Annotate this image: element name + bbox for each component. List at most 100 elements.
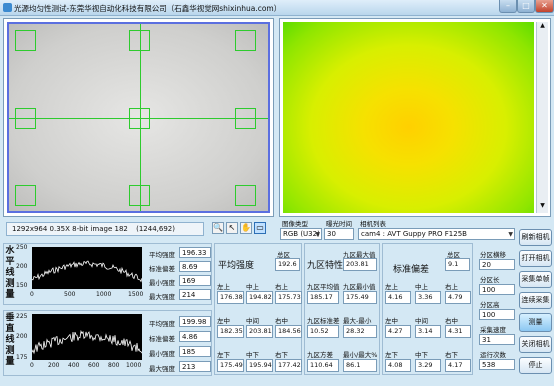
cursor-coords-text: (1244,692) — [136, 225, 175, 233]
nine-avg-value: 185.17 — [307, 291, 339, 304]
h-y-tick-200: 200 — [16, 263, 28, 270]
pointer-tool-icon[interactable]: ↖ — [226, 222, 238, 234]
title-bar: 光源均匀性测试-东莞华视自动化科技有限公司（石鑫华视觉网shixinhua.co… — [0, 0, 554, 16]
avg-top-right-label: 右上 — [275, 283, 288, 291]
open-camera-button[interactable]: 打开相机 — [519, 250, 552, 267]
stop-button[interactable]: 停止 — [519, 357, 552, 374]
h-x-tick-0: 0 — [30, 291, 34, 298]
zone-height-input[interactable]: 100 — [479, 309, 515, 320]
std-bottom-center-label: 中下 — [415, 351, 428, 359]
nine-maxmin-value: 28.32 — [343, 325, 377, 338]
capture-speed-label: 采集速度 — [480, 326, 506, 334]
image-info-text: 1292x964 0.35X 8-bit image 182 — [12, 225, 128, 233]
std-center-value: 3.14 — [415, 325, 441, 338]
vertical-scrollbar[interactable]: ▲ ▼ — [536, 22, 548, 213]
camera-select[interactable]: cam4 : AVT Guppy PRO F125B — [358, 228, 515, 240]
single-capture-button[interactable]: 采集单帧 — [519, 271, 552, 288]
refresh-camera-button[interactable]: 刷新相机 — [519, 229, 552, 246]
avg-top-left-label: 左上 — [217, 283, 230, 291]
heatmap-image — [283, 22, 534, 213]
std-top-right-label: 右上 — [445, 283, 458, 291]
roi-top-left[interactable] — [15, 30, 36, 51]
roi-bottom-left[interactable] — [15, 185, 36, 206]
std-middle-right-value: 4.31 — [445, 325, 471, 338]
roi-tool-icon[interactable]: ▭ — [254, 222, 266, 234]
roi-middle-right[interactable] — [235, 108, 256, 129]
nine-std-label: 九区标准差 — [307, 317, 340, 325]
pan-tool-icon[interactable]: ✋ — [240, 222, 252, 234]
v-avg-label: 平均强度 — [149, 320, 175, 328]
horizontal-profile-graph — [32, 247, 143, 289]
roi-top-right[interactable] — [235, 30, 256, 51]
roi-top-center[interactable] — [129, 30, 150, 51]
v-max-value: 213 — [179, 361, 211, 372]
v-y-tick-175: 175 — [16, 354, 28, 361]
nine-avg-label: 九区平均值 — [307, 283, 340, 291]
window-title: 光源均匀性测试-东莞华视自动化科技有限公司（石鑫华视觉网shixinhua.co… — [14, 4, 282, 13]
vertical-profile-svg — [31, 329, 143, 355]
grayscale-image — [7, 22, 270, 213]
avg-middle-right-label: 右中 — [275, 317, 288, 325]
std-middle-left-label: 左中 — [385, 317, 398, 325]
nine-min-label: 九区最小值 — [343, 283, 376, 291]
std-deviation-title: 标准偏差 — [393, 265, 430, 275]
image-status-bar: 1292x964 0.35X 8-bit image 182 (1244,692… — [6, 222, 204, 236]
v-x-tick-800: 800 — [108, 362, 120, 369]
roi-bottom-right[interactable] — [235, 185, 256, 206]
capture-speed-value: 31 — [479, 334, 515, 345]
std-bottom-left-label: 左下 — [385, 351, 398, 359]
vertical-measure-panel: 垂直线测量 225 200 175 0 200 400 600 800 1000… — [3, 310, 212, 376]
exposure-input[interactable]: 30 — [324, 228, 354, 240]
h-points-input[interactable]: 20 — [479, 259, 515, 270]
roi-center[interactable] — [129, 108, 150, 129]
h-y-tick-150: 150 — [16, 282, 28, 289]
std-total-value: 9.1 — [445, 258, 470, 271]
average-intensity-group: 平均强度 总区 192.6 左上 176.38 中上 194.82 右上 175.73 左中… — [214, 243, 302, 375]
zoom-tool-icon[interactable]: 🔍 — [212, 222, 224, 234]
vertical-profile-curve — [31, 329, 143, 355]
image-type-select[interactable]: RGB (U32) — [280, 228, 322, 240]
h-max-value: 214 — [179, 289, 211, 300]
close-button[interactable]: ✕ — [535, 0, 554, 13]
nine-var-label: 九区方差 — [307, 351, 333, 359]
roi-middle-left[interactable] — [15, 108, 36, 129]
h-x-tick-1000: 1000 — [96, 291, 112, 298]
run-count-label: 运行次数 — [480, 351, 506, 359]
v-max-label: 最大强度 — [149, 365, 175, 373]
measure-button[interactable]: 测量 — [519, 313, 552, 332]
image-type-label: 图像类型 — [282, 220, 308, 228]
v-x-tick-1000: 1000 — [126, 362, 142, 369]
minimize-button[interactable]: – — [499, 0, 517, 13]
maximize-button[interactable]: □ — [517, 0, 535, 13]
scroll-down-arrow[interactable]: ▼ — [538, 202, 547, 211]
continuous-capture-button[interactable]: 连续采集 — [519, 292, 552, 309]
grayscale-image-view[interactable] — [3, 18, 274, 217]
v-min-value: 185 — [179, 346, 211, 357]
h-x-tick-500: 500 — [64, 291, 76, 298]
avg-bottom-right-value: 177.42 — [275, 359, 302, 372]
avg-top-center-label: 中上 — [246, 283, 259, 291]
heatmap-image-view[interactable]: ▲ ▼ — [279, 18, 551, 217]
scroll-up-arrow[interactable]: ▲ — [538, 22, 547, 31]
zone-length-input[interactable]: 100 — [479, 284, 515, 295]
avg-middle-right-value: 184.56 — [275, 325, 302, 338]
h-avg-label: 平均强度 — [149, 251, 175, 259]
avg-top-right-value: 175.73 — [275, 291, 302, 304]
avg-bottom-right-label: 右下 — [275, 351, 288, 359]
std-bottom-right-label: 右下 — [445, 351, 458, 359]
v-x-tick-600: 600 — [88, 362, 100, 369]
std-top-right-value: 4.79 — [445, 291, 471, 304]
avg-middle-left-value: 182.35 — [217, 325, 244, 338]
close-camera-button[interactable]: 关闭相机 — [519, 336, 552, 353]
avg-center-value: 203.81 — [246, 325, 273, 338]
h-points-label: 分区横移 — [480, 251, 506, 259]
std-top-center-value: 3.36 — [415, 291, 441, 304]
std-bottom-center-value: 3.29 — [415, 359, 441, 372]
v-std-label: 标准偏差 — [149, 335, 175, 343]
vertical-profile-graph — [31, 314, 143, 360]
horizontal-profile-curve — [32, 260, 143, 283]
roi-bottom-center[interactable] — [129, 185, 150, 206]
h-max-label: 最大强度 — [149, 293, 175, 301]
nine-min-value: 175.49 — [343, 291, 377, 304]
avg-total-value: 192.6 — [275, 258, 300, 271]
